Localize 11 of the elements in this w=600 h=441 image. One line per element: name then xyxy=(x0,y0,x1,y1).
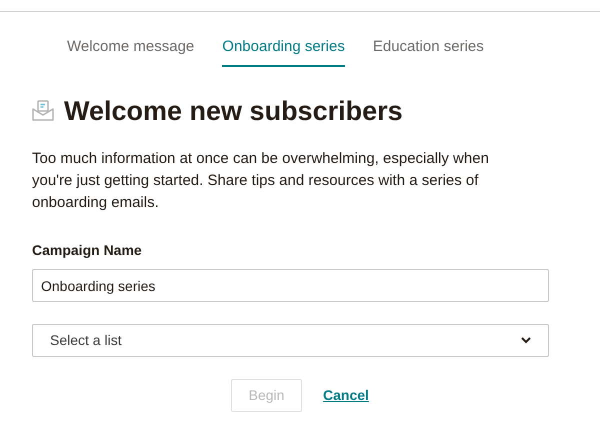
field-label: Campaign Name xyxy=(32,241,143,260)
description-text: Too much information at once can be overwhelming, especially when you're just getting started. Share tips and resources with a series of onboarding emails. xyxy=(32,149,490,214)
list-select[interactable]: Select a list xyxy=(32,324,549,358)
envelope-icon xyxy=(32,100,54,122)
tab[interactable]: Onboarding series xyxy=(222,36,345,66)
chevron-down-icon xyxy=(521,337,531,344)
campaign-name-field[interactable]: Onboarding series xyxy=(32,269,549,302)
tab[interactable]: Education series xyxy=(372,36,484,66)
cancel-link[interactable]: Cancel xyxy=(323,385,369,406)
tab[interactable]: Welcome message xyxy=(67,36,194,66)
page-heading: Welcome new subscribers xyxy=(64,94,403,128)
